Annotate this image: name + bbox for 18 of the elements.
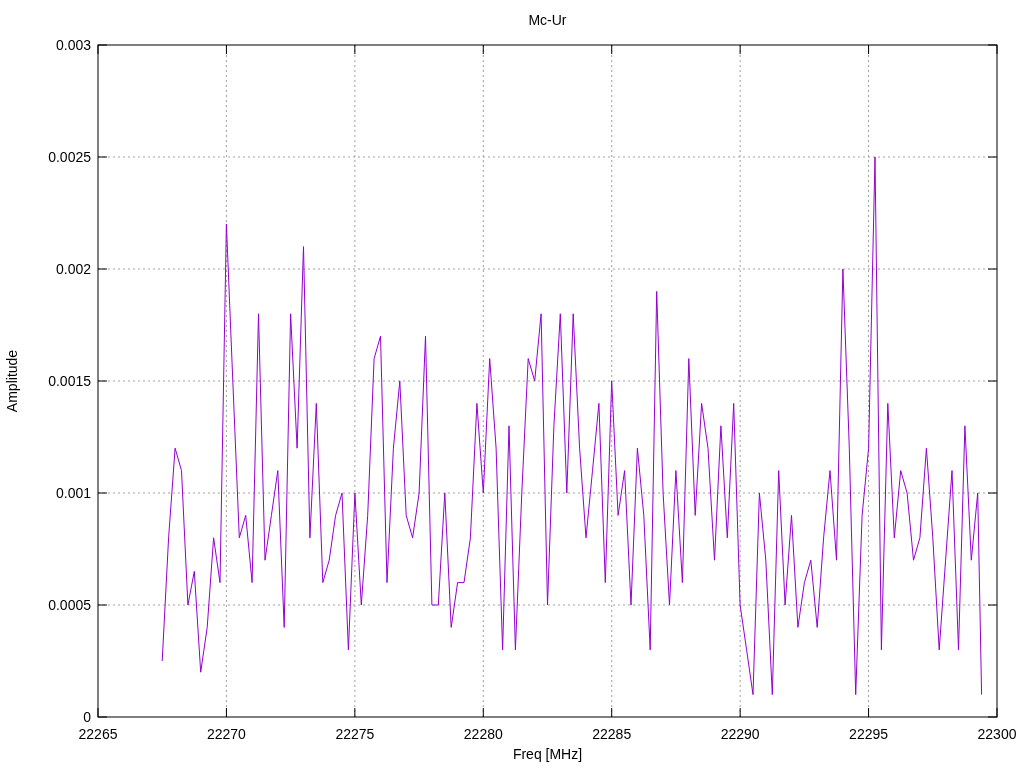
- tick-label: 22280: [463, 726, 503, 742]
- tick-label: 22285: [592, 726, 632, 742]
- tick-label: 22300: [977, 726, 1017, 742]
- y-axis-label: Amplitude: [4, 349, 20, 413]
- tick-label: 22295: [849, 726, 889, 742]
- tick-label: 0.001: [55, 485, 91, 501]
- tick-label: 0.003: [55, 37, 91, 53]
- tick-label: 0.002: [55, 261, 91, 277]
- tick-label: 0.0025: [48, 149, 91, 165]
- x-axis-label: Freq [MHz]: [512, 746, 583, 762]
- tick-label: 22290: [720, 726, 760, 742]
- tick-label: 22275: [335, 726, 375, 742]
- chart-title: Mc-Ur: [528, 12, 567, 28]
- tick-label: 0.0005: [48, 597, 91, 613]
- tick-label: 0: [83, 709, 91, 725]
- tick-label: 22270: [206, 726, 246, 742]
- tick-label: 0.0015: [48, 373, 91, 389]
- tick-label: 22265: [78, 726, 118, 742]
